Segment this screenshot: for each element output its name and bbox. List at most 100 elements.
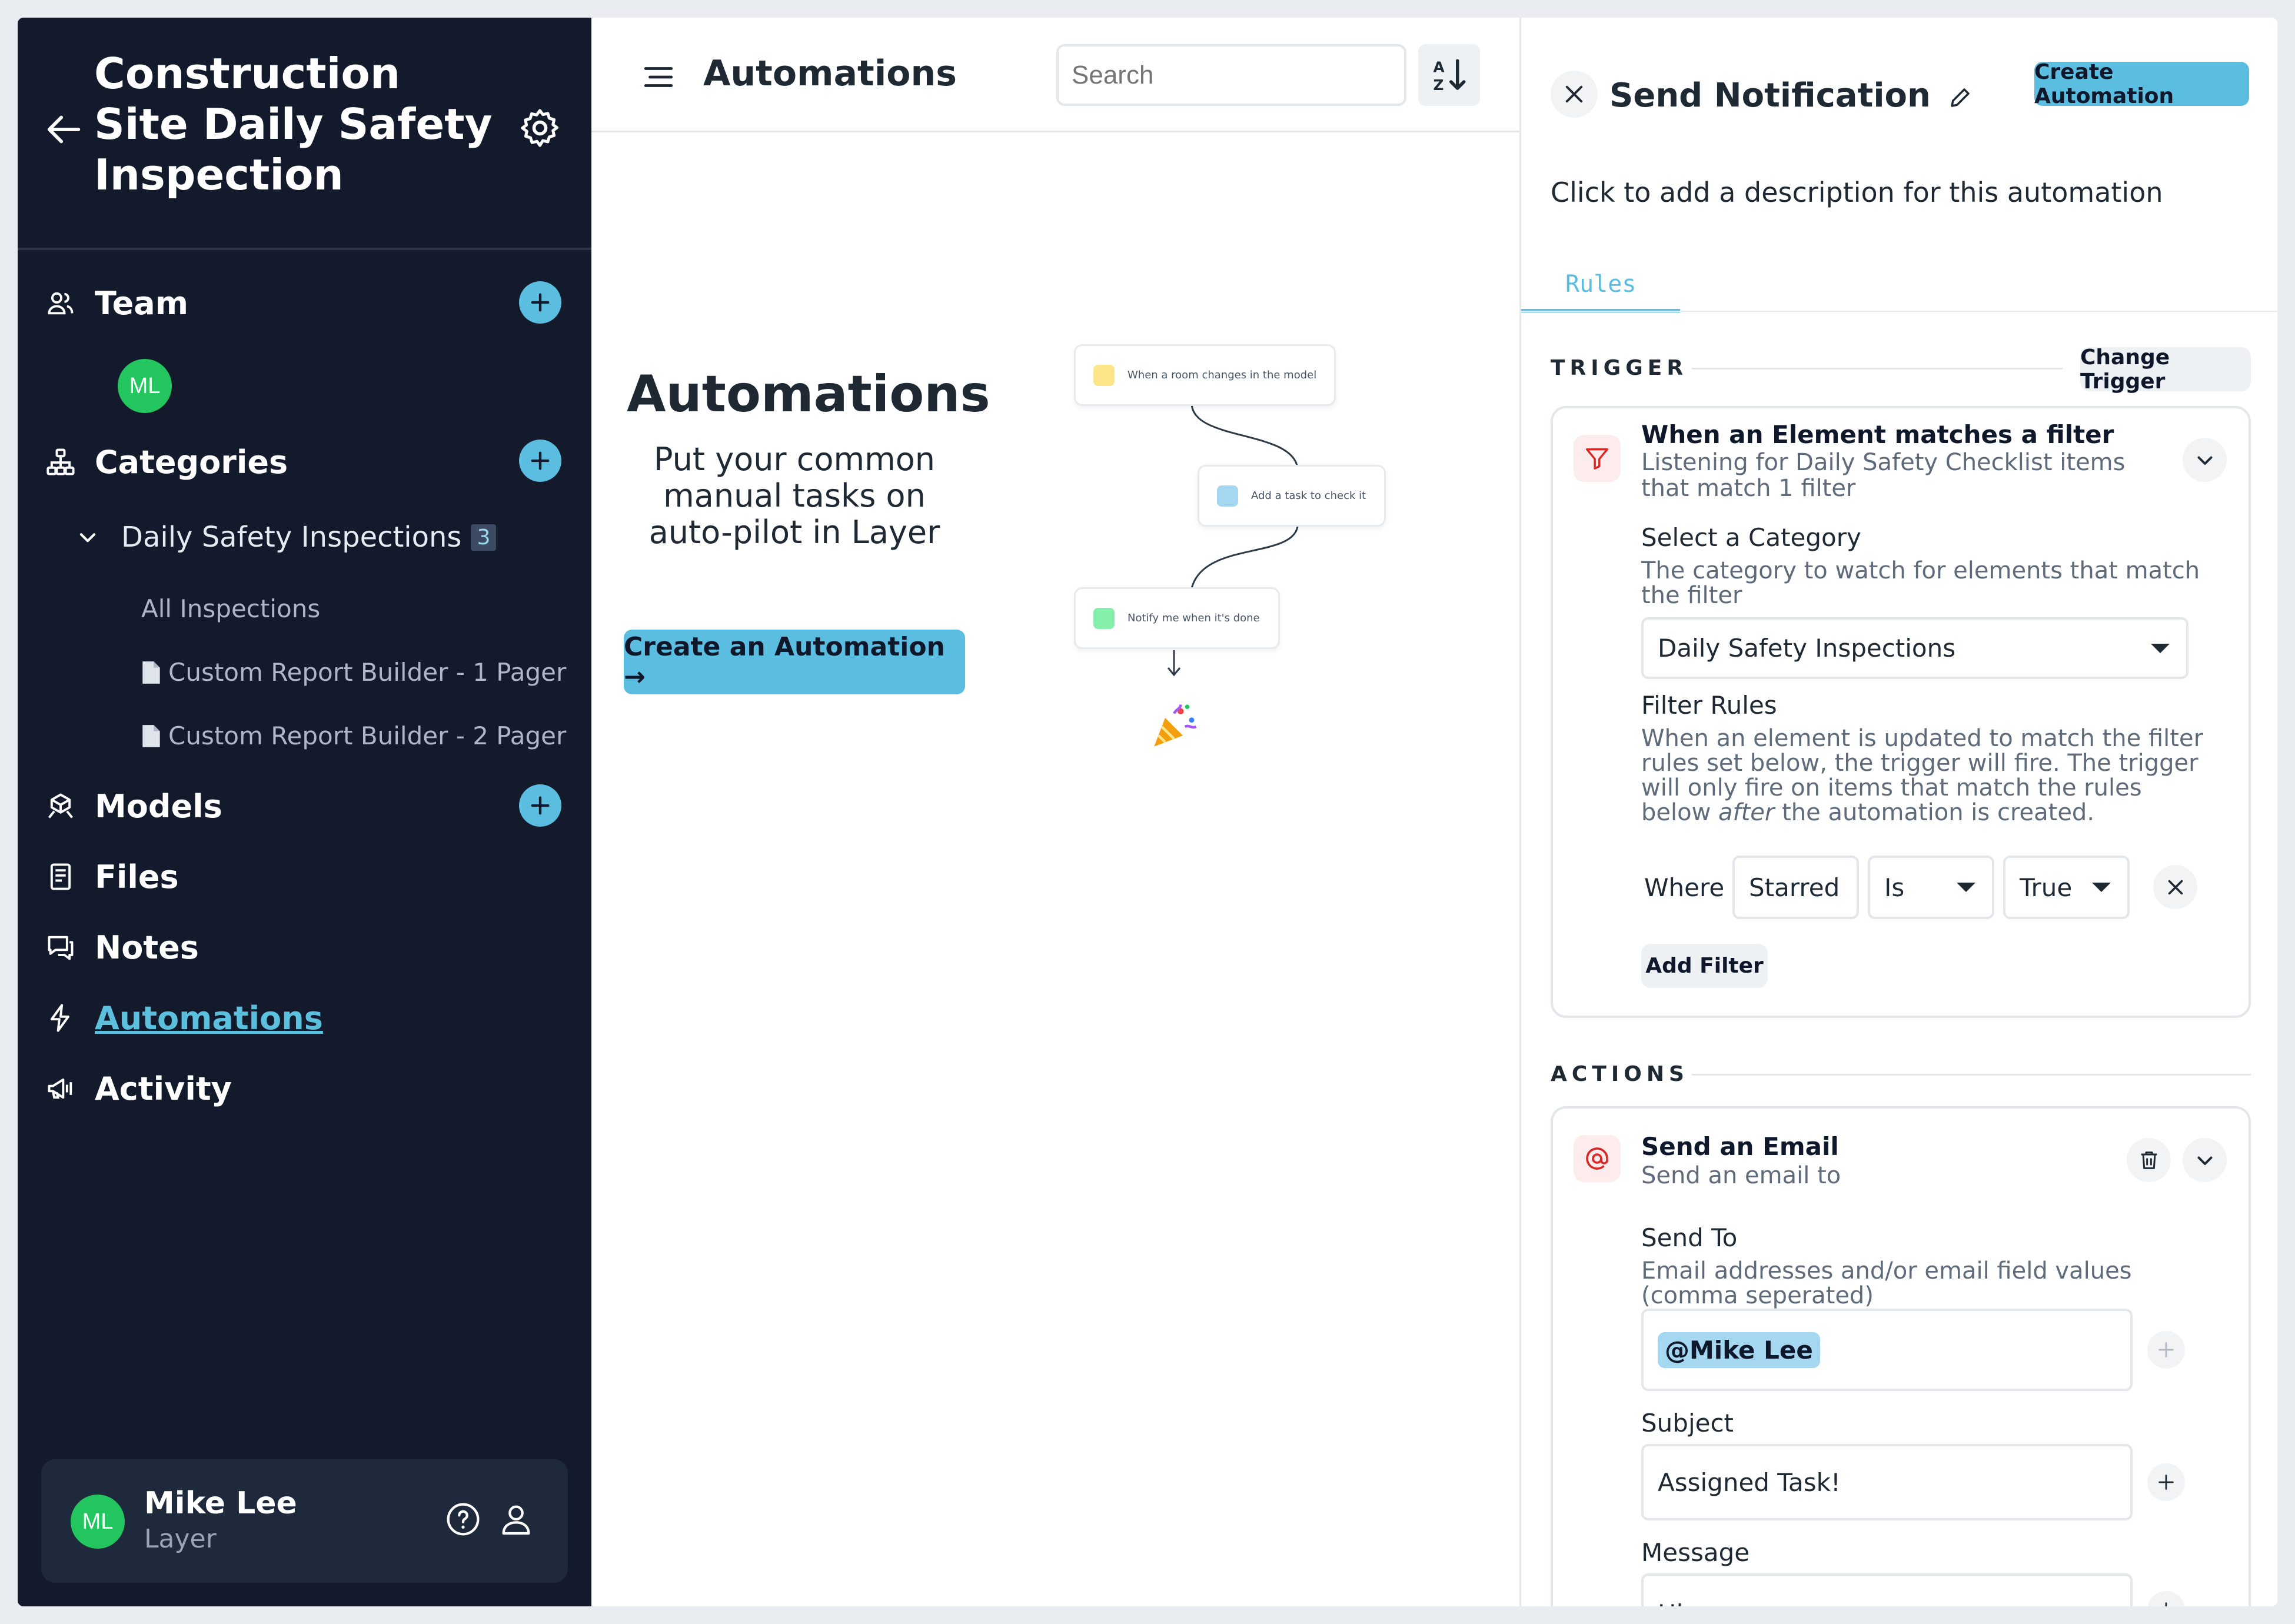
flow-step-label: Notify me when it's done: [1127, 612, 1260, 624]
chevron-down-icon: [2197, 456, 2212, 465]
filter-rules-label: Filter Rules: [1641, 691, 1777, 720]
close-icon: [1565, 85, 1583, 103]
nav-files[interactable]: Files: [44, 853, 179, 900]
add-model-button[interactable]: [519, 784, 561, 827]
category-select[interactable]: Daily Safety Inspections: [1641, 617, 2188, 679]
subject-label: Subject: [1641, 1409, 1734, 1437]
team-member-avatar[interactable]: ML: [118, 359, 172, 413]
actions-divider: [1692, 1074, 2251, 1076]
category-daily-safety-inspections[interactable]: Daily Safety Inspections 3: [76, 521, 497, 554]
nav-categories-label: Categories: [95, 443, 288, 481]
flow-step-notify: Notify me when it's done: [1074, 587, 1280, 649]
hierarchy-icon: [44, 445, 77, 478]
automation-editor-panel: Send Notification Create Automation Clic…: [1521, 18, 2277, 1606]
action-card-send-email: Send an Email Send an email to Send To E…: [1551, 1106, 2251, 1606]
nav-team[interactable]: Team: [44, 279, 188, 327]
filter-operator-select[interactable]: Is: [1868, 856, 1994, 919]
category-count-badge: 3: [471, 524, 497, 551]
user-avatar[interactable]: ML: [71, 1495, 125, 1549]
chevron-down-icon: [2197, 1156, 2212, 1165]
automation-title[interactable]: Send Notification: [1609, 76, 1973, 115]
plus-icon: [531, 293, 550, 312]
nav-models[interactable]: Models: [44, 783, 222, 830]
message-input[interactable]: Hi <name>,: [1641, 1573, 2133, 1606]
party-popper-icon: [1154, 704, 1197, 747]
nav-activity[interactable]: Activity: [44, 1065, 232, 1112]
flow-step-task: Add a task to check it: [1198, 465, 1386, 527]
document-icon: [142, 661, 160, 684]
create-automation-button[interactable]: Create Automation: [2034, 60, 2249, 108]
at-icon-wrap: [1574, 1135, 1621, 1182]
category-item-report-1[interactable]: Custom Report Builder - 1 Pager: [141, 658, 566, 687]
filter-rules-help: When an element is updated to match the …: [1641, 726, 2218, 825]
category-item-report-2[interactable]: Custom Report Builder - 2 Pager: [141, 721, 566, 750]
actions-section-label: ACTIONS: [1551, 1062, 1689, 1086]
plus-icon: [531, 451, 550, 470]
send-to-input[interactable]: @Mike Lee: [1641, 1309, 2133, 1391]
action-subtitle: Send an email to: [1641, 1162, 1841, 1189]
add-team-member-button[interactable]: [519, 281, 561, 324]
close-icon: [2168, 880, 2183, 894]
filter-value-select[interactable]: True: [2003, 856, 2130, 919]
nav-files-label: Files: [95, 858, 179, 896]
add-recipient-button[interactable]: [2147, 1331, 2185, 1369]
help-icon[interactable]: [444, 1500, 482, 1538]
nav-notes[interactable]: Notes: [44, 924, 199, 971]
delete-action-button[interactable]: [2127, 1138, 2171, 1182]
add-filter-button[interactable]: Add Filter: [1641, 944, 1768, 988]
flow-step-trigger: When a room changes in the model: [1074, 344, 1336, 406]
recipient-chip[interactable]: @Mike Lee: [1658, 1332, 1820, 1368]
where-label: Where: [1644, 873, 1725, 902]
filter-field-value: Starred: [1749, 873, 1840, 902]
chevron-down-icon[interactable]: [76, 526, 99, 548]
add-message-field-button[interactable]: [2147, 1591, 2185, 1606]
subject-value: Assigned Task!: [1658, 1467, 1841, 1497]
gear-icon[interactable]: [518, 106, 562, 150]
document-icon: [142, 724, 160, 747]
filter-help-tail: the automation is created.: [1782, 799, 2095, 826]
plus-icon: [2158, 1475, 2174, 1490]
nav-automations-label: Automations: [95, 999, 323, 1037]
filter-help-emphasis: after: [1718, 799, 1775, 826]
nav-automations[interactable]: Automations: [44, 994, 323, 1041]
trigger-divider: [1692, 368, 2063, 370]
automations-list-pane: Automations A Z Automations Put your com…: [591, 18, 1521, 1606]
nav-notes-label: Notes: [95, 929, 199, 966]
category-item-label: Custom Report Builder - 2 Pager: [168, 721, 567, 750]
filter-field-input[interactable]: Starred: [1732, 856, 1859, 919]
collapse-action-button[interactable]: [2183, 1138, 2227, 1182]
send-to-help: Email addresses and/or email field value…: [1641, 1257, 2132, 1309]
action-title: Send an Email: [1641, 1132, 1839, 1161]
plus-icon: [2158, 1342, 2174, 1357]
profile-icon[interactable]: [497, 1500, 535, 1538]
remove-filter-button[interactable]: [2153, 865, 2197, 909]
trigger-section-label: TRIGGER: [1551, 356, 1688, 380]
automation-title-text: Send Notification: [1609, 76, 1931, 115]
change-trigger-button[interactable]: Change Trigger: [2080, 345, 2251, 394]
collapse-trigger-button[interactable]: [2183, 438, 2227, 482]
select-category-help: The category to watch for elements that …: [1641, 557, 2200, 609]
add-subject-field-button[interactable]: [2147, 1463, 2185, 1501]
close-panel-button[interactable]: [1551, 71, 1598, 118]
add-category-button[interactable]: [519, 440, 561, 482]
subject-input[interactable]: Assigned Task!: [1641, 1444, 2133, 1520]
category-item-all-inspections[interactable]: All Inspections: [141, 594, 320, 623]
nav-models-label: Models: [95, 787, 222, 825]
at-sign-icon: [1586, 1147, 1608, 1170]
message-value: Hi <name>,: [1658, 1599, 1810, 1606]
sidebar: Construction Site Daily Safety Inspectio…: [18, 18, 591, 1606]
category-label: Daily Safety Inspections: [121, 521, 462, 554]
notes-icon: [44, 931, 77, 964]
tab-rules[interactable]: Rules: [1565, 271, 1636, 298]
model-icon: [44, 790, 77, 823]
description-field[interactable]: Click to add a description for this auto…: [1551, 177, 2163, 208]
back-arrow-icon[interactable]: [44, 109, 85, 150]
nav-team-label: Team: [95, 284, 188, 322]
trigger-title: When an Element matches a filter: [1641, 420, 2114, 449]
nav-categories[interactable]: Categories: [44, 438, 288, 485]
pencil-icon[interactable]: [1948, 85, 1973, 110]
trigger-card: When an Element matches a filter Listeni…: [1551, 406, 2251, 1018]
trash-icon: [2141, 1151, 2157, 1169]
app-window: Construction Site Daily Safety Inspectio…: [18, 18, 2277, 1606]
notify-icon: [1093, 607, 1115, 629]
